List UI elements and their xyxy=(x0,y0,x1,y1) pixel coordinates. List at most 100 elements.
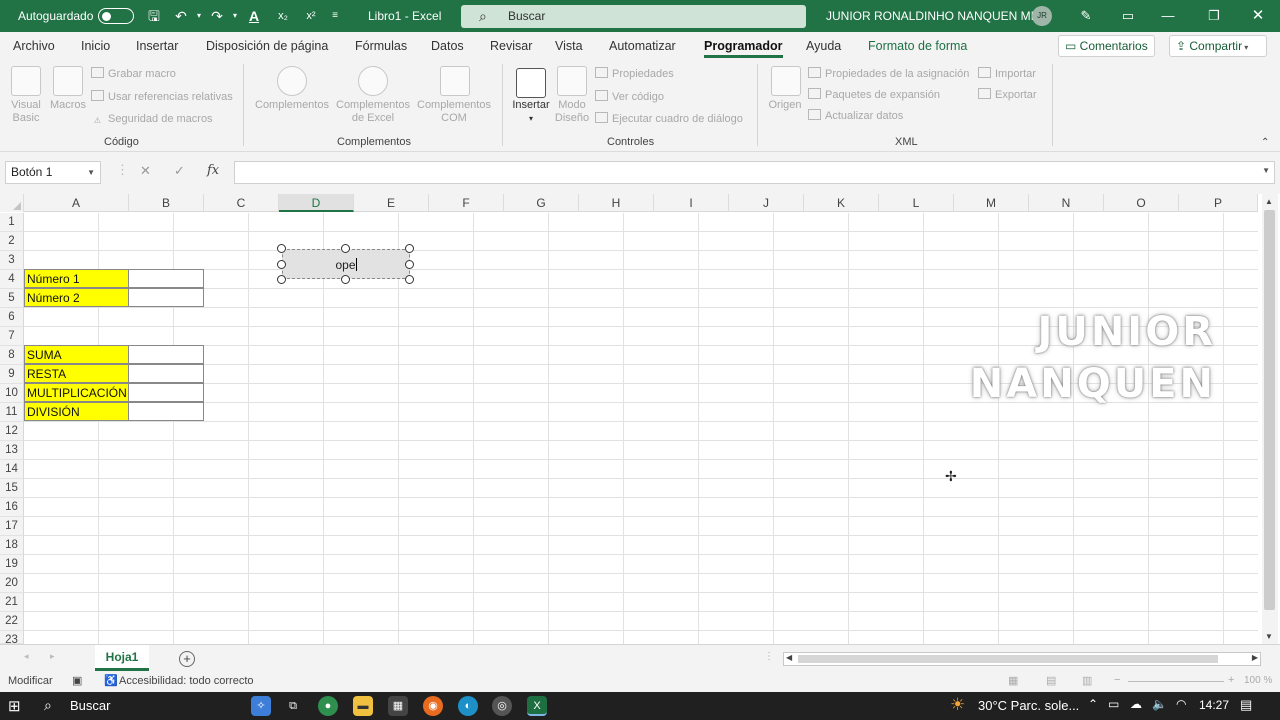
row-header[interactable]: 13 xyxy=(0,441,24,460)
row-header[interactable]: 8 xyxy=(0,346,24,365)
horizontal-scrollbar[interactable]: ◀ ▶ xyxy=(783,652,1261,666)
row-header[interactable]: 7 xyxy=(0,327,24,346)
tab-formato-de-forma[interactable]: Formato de forma xyxy=(868,32,967,60)
row-header[interactable]: 10 xyxy=(0,384,24,403)
resize-handle[interactable] xyxy=(405,260,414,269)
normal-view-icon[interactable]: ▦ xyxy=(1008,674,1018,687)
column-header-g[interactable]: G xyxy=(504,194,579,212)
tab-programador[interactable]: Programador xyxy=(704,32,783,60)
cell-a7[interactable]: SUMA xyxy=(24,345,129,364)
page-break-icon[interactable]: ▥ xyxy=(1082,674,1092,687)
tab-splitter-icon[interactable]: ⋮ xyxy=(764,651,774,662)
autosave-toggle[interactable] xyxy=(98,8,134,24)
zoom-out-icon[interactable]: − xyxy=(1114,674,1120,686)
scroll-left-icon[interactable]: ◀ xyxy=(786,653,792,662)
edge-icon[interactable]: ◐ xyxy=(458,696,478,716)
search-box[interactable]: ⌕ Buscar xyxy=(461,5,806,28)
row-header[interactable]: 2 xyxy=(0,232,24,251)
importar-button[interactable]: Importar xyxy=(978,67,1036,81)
scroll-up-icon[interactable]: ▲ xyxy=(1265,197,1273,206)
macros-button[interactable]: Macros xyxy=(46,99,90,112)
column-header-n[interactable]: N xyxy=(1029,194,1104,212)
exportar-button[interactable]: Exportar xyxy=(978,88,1037,102)
page-layout-icon[interactable]: ▤ xyxy=(1046,674,1056,687)
restore-icon[interactable]: ❐ xyxy=(1191,0,1237,32)
complementos-com-button[interactable]: Complementos COM xyxy=(414,99,494,125)
row-header[interactable]: 14 xyxy=(0,460,24,479)
zoom-slider[interactable] xyxy=(1128,681,1224,682)
cell-a3[interactable]: Número 1 xyxy=(24,269,129,288)
volume-icon[interactable]: 🔈 xyxy=(1152,697,1167,711)
resize-handle[interactable] xyxy=(277,244,286,253)
scroll-right-icon[interactable]: ▶ xyxy=(1252,653,1258,662)
notification-icon[interactable]: ▤ xyxy=(1240,697,1252,713)
zoom-level[interactable]: 100 % xyxy=(1244,675,1272,686)
expand-formula-icon[interactable]: ▼ xyxy=(1262,166,1270,175)
ver-codigo-button[interactable]: Ver código xyxy=(595,90,664,104)
insert-function-icon[interactable]: fx xyxy=(207,163,219,178)
subscript-icon[interactable]: x₂ xyxy=(274,7,292,25)
file-explorer-icon[interactable]: ▬ xyxy=(353,696,373,716)
tab-archivo[interactable]: Archivo xyxy=(13,32,55,60)
save-icon[interactable]: 🖫 xyxy=(145,7,163,25)
minimize-icon[interactable]: — xyxy=(1145,0,1191,32)
tab-vista[interactable]: Vista xyxy=(555,32,583,60)
row-header[interactable]: 22 xyxy=(0,612,24,631)
row-header[interactable]: 9 xyxy=(0,365,24,384)
name-box[interactable]: Botón 1 ▼ xyxy=(5,161,101,184)
resize-handle[interactable] xyxy=(405,244,414,253)
vertical-scrollbar[interactable]: ▲ ▼ xyxy=(1262,194,1278,644)
wifi-icon[interactable]: ◠ xyxy=(1176,697,1186,711)
row-header[interactable]: 15 xyxy=(0,479,24,498)
sheet-tab-hoja1[interactable]: Hoja1 xyxy=(95,645,149,671)
chrome-icon[interactable]: ● xyxy=(318,696,338,716)
complementos-button[interactable]: Complementos xyxy=(252,99,332,112)
complementos-excel-button[interactable]: Complementos de Excel xyxy=(333,99,413,125)
user-name[interactable]: JUNIOR RONALDINHO NANQUEN MIO xyxy=(826,0,1043,32)
row-header[interactable]: 19 xyxy=(0,555,24,574)
resize-handle[interactable] xyxy=(341,275,350,284)
column-header-c[interactable]: C xyxy=(204,194,279,212)
column-header-j[interactable]: J xyxy=(729,194,804,212)
cell-a10[interactable]: DIVISIÓN xyxy=(24,402,129,421)
copilot-icon[interactable]: ✧ xyxy=(251,696,271,716)
cell-b7[interactable] xyxy=(128,345,204,364)
customize-qat-icon[interactable]: ≡ xyxy=(326,7,344,25)
weather-text[interactable]: 30°C Parc. sole... xyxy=(978,698,1079,713)
column-header-m[interactable]: M xyxy=(954,194,1029,212)
battery-icon[interactable]: ▭ xyxy=(1108,697,1119,711)
propiedades-button[interactable]: Propiedades xyxy=(595,67,674,81)
tab-disposicion[interactable]: Disposición de página xyxy=(206,32,328,60)
tab-automatizar[interactable]: Automatizar xyxy=(609,32,676,60)
row-header[interactable]: 5 xyxy=(0,289,24,308)
enter-icon[interactable]: ✓ xyxy=(174,163,185,179)
pen-icon[interactable]: ✎ xyxy=(1063,0,1109,32)
paquetes-expansion-button[interactable]: Paquetes de expansión xyxy=(808,88,940,102)
insertar-control-button[interactable]: Insertar ▾ xyxy=(508,99,554,125)
visual-basic-button[interactable]: Visual Basic xyxy=(4,99,48,125)
column-header-h[interactable]: H xyxy=(579,194,654,212)
collapse-ribbon-icon[interactable]: ⌃ xyxy=(1261,137,1269,148)
zoom-in-icon[interactable]: + xyxy=(1228,674,1234,686)
column-header-e[interactable]: E xyxy=(354,194,429,212)
column-header-i[interactable]: I xyxy=(654,194,729,212)
row-header[interactable]: 20 xyxy=(0,574,24,593)
taskbar-search[interactable]: Buscar xyxy=(70,698,110,713)
row-header[interactable]: 11 xyxy=(0,403,24,422)
font-color-icon[interactable]: A xyxy=(245,7,263,25)
cell-b4[interactable] xyxy=(128,288,204,307)
app-icon[interactable]: ◎ xyxy=(492,696,512,716)
grabar-macro-button[interactable]: Grabar macro xyxy=(91,67,176,81)
seguridad-macros-button[interactable]: ⚠ Seguridad de macros xyxy=(91,112,213,127)
add-sheet-icon[interactable]: + xyxy=(179,651,195,667)
referencias-relativas-button[interactable]: Usar referencias relativas xyxy=(91,90,233,104)
scroll-down-icon[interactable]: ▼ xyxy=(1265,632,1273,641)
macro-record-icon[interactable]: ▣ xyxy=(72,674,82,687)
tab-datos[interactable]: Datos xyxy=(431,32,464,60)
weather-icon[interactable]: ☀ xyxy=(950,695,965,715)
column-header-l[interactable]: L xyxy=(879,194,954,212)
cell-b9[interactable] xyxy=(128,383,204,402)
redo-dropdown-icon[interactable]: ▾ xyxy=(226,7,244,25)
resize-handle[interactable] xyxy=(277,275,286,284)
button-text[interactable]: ope xyxy=(335,258,355,272)
